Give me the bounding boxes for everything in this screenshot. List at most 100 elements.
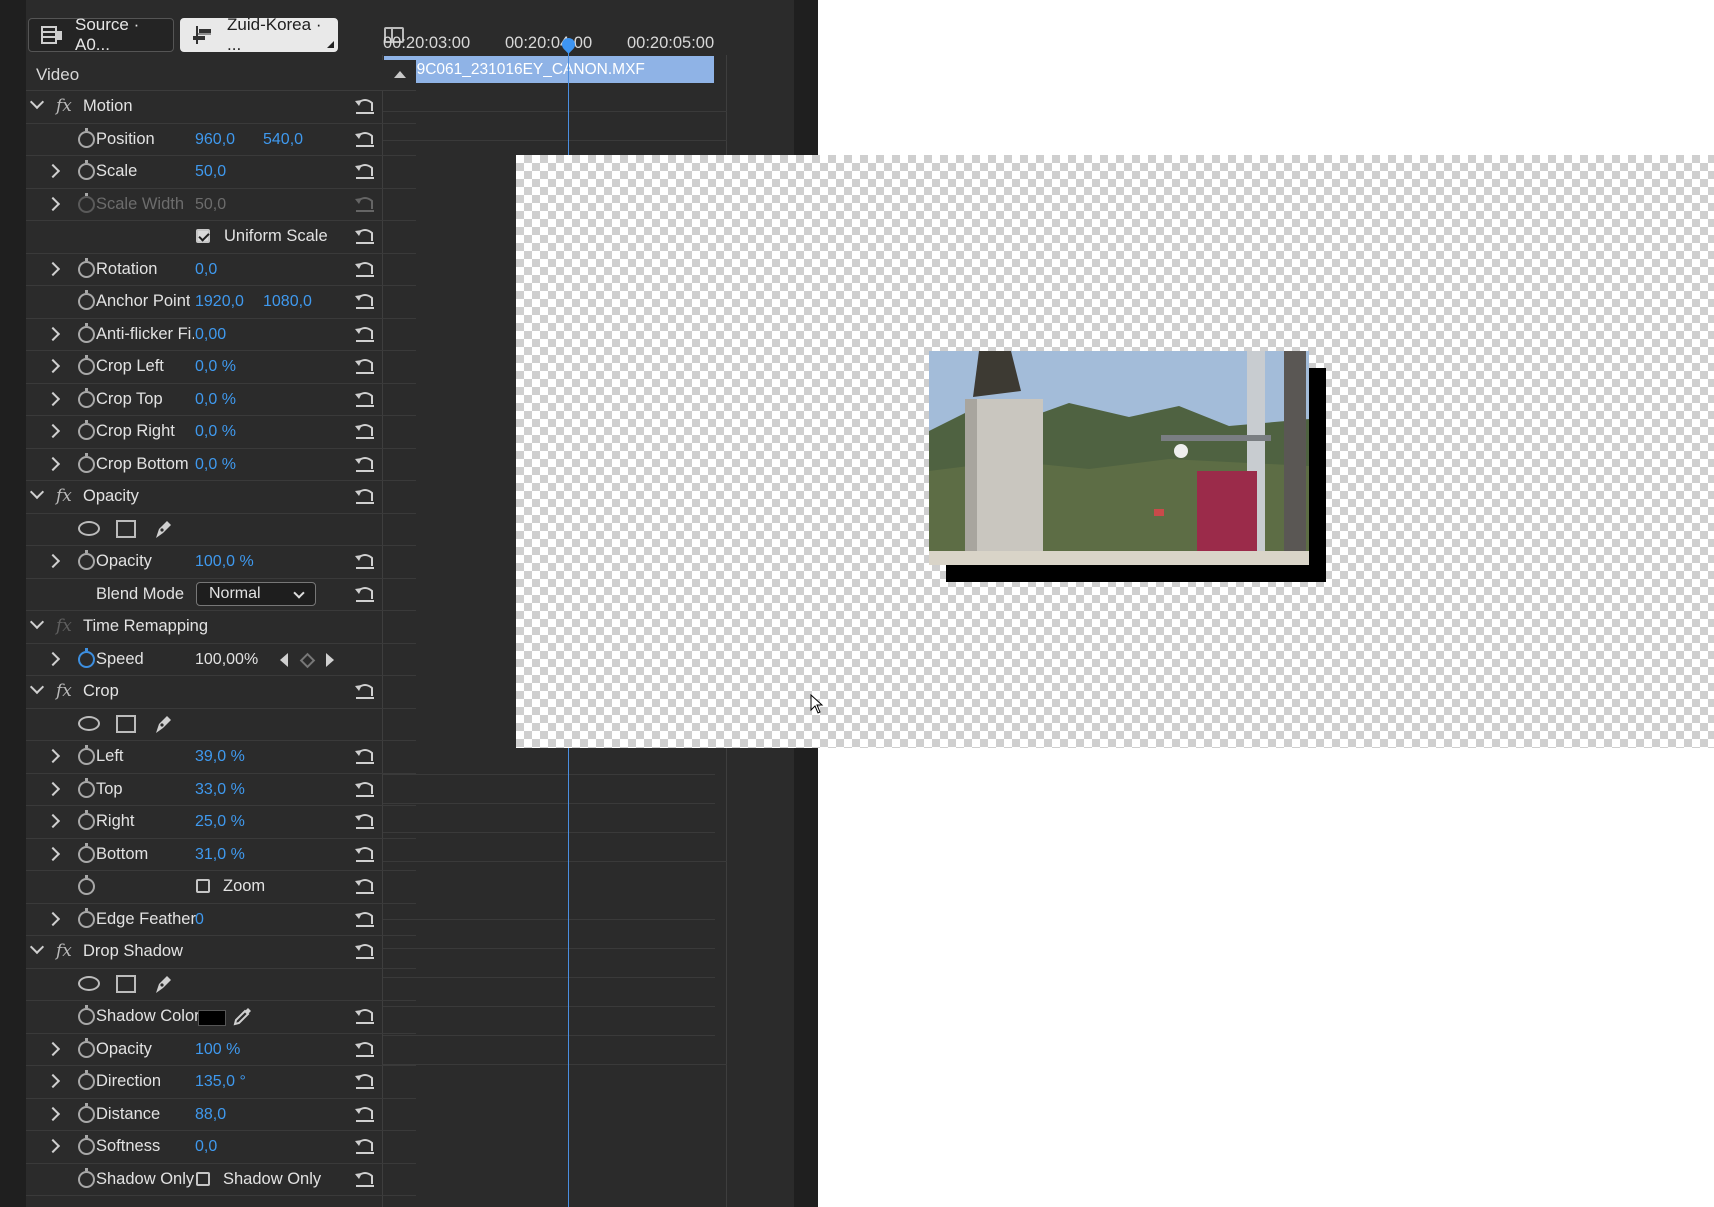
chevron-right-icon[interactable]: [45, 1106, 61, 1121]
crop-top-value[interactable]: 0,0 %: [195, 391, 236, 409]
edge-feather-value[interactable]: 0: [195, 911, 204, 929]
chevron-right-icon[interactable]: [45, 846, 61, 861]
stopwatch-icon[interactable]: [78, 452, 95, 473]
chevron-right-icon[interactable]: [45, 358, 61, 374]
scale-value[interactable]: 50,0: [195, 163, 226, 181]
chevron-down-icon[interactable]: [29, 94, 45, 110]
reset-icon[interactable]: [354, 583, 376, 605]
chevron-down-icon[interactable]: [29, 614, 45, 630]
fx-icon[interactable]: fx: [56, 486, 72, 506]
reset-icon[interactable]: [354, 388, 376, 410]
ellipse-mask-icon[interactable]: [78, 715, 100, 731]
stopwatch-icon[interactable]: [78, 160, 95, 180]
position-x-value[interactable]: 960,0: [195, 131, 235, 149]
fx-drop-shadow-row[interactable]: fx Drop Shadow: [26, 936, 416, 969]
ellipse-mask-icon[interactable]: [78, 975, 100, 991]
fx-opacity-row[interactable]: fx Opacity: [26, 481, 416, 514]
fx-crop-row[interactable]: fx Crop: [26, 676, 416, 709]
stopwatch-icon[interactable]: [78, 907, 95, 928]
direction-value[interactable]: 135,0 °: [195, 1073, 246, 1091]
reset-icon[interactable]: [354, 355, 376, 377]
reset-icon[interactable]: [354, 420, 376, 442]
next-keyframe-icon[interactable]: [326, 652, 334, 667]
stopwatch-icon[interactable]: [78, 420, 95, 440]
chevron-right-icon[interactable]: [45, 553, 61, 569]
chevron-right-icon[interactable]: [45, 748, 61, 764]
timeline-clip[interactable]: A009C061_231016EY_CANON.MXF: [384, 56, 714, 83]
reset-icon[interactable]: [354, 453, 376, 475]
stopwatch-icon[interactable]: [78, 842, 95, 863]
chevron-right-icon[interactable]: [45, 423, 61, 439]
reset-icon[interactable]: [354, 95, 376, 117]
rectangle-mask-icon[interactable]: [116, 974, 136, 993]
reset-icon[interactable]: [354, 843, 376, 865]
reset-icon[interactable]: [354, 745, 376, 767]
pen-mask-icon[interactable]: [152, 518, 174, 540]
previous-keyframe-icon[interactable]: [280, 652, 288, 667]
crop-fx-bottom-value[interactable]: 31,0 %: [195, 846, 245, 864]
chevron-right-icon[interactable]: [45, 781, 61, 796]
stopwatch-icon[interactable]: [78, 1102, 95, 1123]
shadow-opacity-value[interactable]: 100 %: [195, 1041, 240, 1059]
reset-icon[interactable]: [354, 160, 376, 182]
shadow-only-checkbox[interactable]: [196, 1171, 210, 1186]
stopwatch-icon[interactable]: [78, 745, 95, 765]
reset-icon[interactable]: [354, 680, 376, 702]
video-section-header[interactable]: Video: [26, 60, 416, 91]
rectangle-mask-icon[interactable]: [116, 519, 136, 538]
chevron-right-icon[interactable]: [45, 1138, 61, 1154]
tab-menu-corner-icon[interactable]: [327, 41, 334, 48]
chevron-right-icon[interactable]: [45, 326, 61, 341]
chevron-right-icon[interactable]: [45, 261, 61, 276]
chevron-right-icon[interactable]: [45, 163, 61, 179]
cropped-video-frame[interactable]: [929, 351, 1309, 565]
opacity-value[interactable]: 100,0 %: [195, 553, 254, 571]
stopwatch-icon[interactable]: [78, 1037, 95, 1058]
crop-fx-top-value[interactable]: 33,0 %: [195, 781, 245, 799]
stopwatch-icon[interactable]: [78, 1135, 95, 1155]
reset-icon[interactable]: [354, 1168, 376, 1190]
stopwatch-icon[interactable]: [78, 322, 95, 343]
stopwatch-icon[interactable]: [78, 1005, 95, 1025]
reset-icon[interactable]: [354, 290, 376, 312]
stopwatch-icon[interactable]: [78, 387, 95, 408]
shadow-color-swatch[interactable]: [198, 1010, 226, 1026]
crop-right-value[interactable]: 0,0 %: [195, 423, 236, 441]
reset-icon[interactable]: [354, 1135, 376, 1157]
fx-icon[interactable]: fx: [56, 941, 72, 961]
reset-icon[interactable]: [354, 778, 376, 800]
reset-icon[interactable]: [354, 1005, 376, 1027]
chevron-down-icon[interactable]: [29, 484, 45, 500]
stopwatch-icon[interactable]: [78, 777, 95, 798]
ellipse-mask-icon[interactable]: [78, 520, 100, 536]
tab-source[interactable]: Source · A0...: [28, 15, 174, 54]
reset-icon[interactable]: [354, 128, 376, 150]
zoom-checkbox[interactable]: [196, 879, 210, 893]
reset-icon[interactable]: [354, 550, 376, 572]
stopwatch-icon[interactable]: [78, 257, 95, 278]
chevron-right-icon[interactable]: [45, 1073, 61, 1089]
fx-icon[interactable]: fx: [56, 681, 72, 701]
stopwatch-icon[interactable]: [78, 1167, 95, 1188]
chevron-down-icon[interactable]: [29, 939, 45, 955]
fx-motion-row[interactable]: fx Motion: [26, 91, 416, 124]
reset-icon[interactable]: [354, 225, 376, 247]
reset-icon[interactable]: [354, 1038, 376, 1060]
chevron-right-icon[interactable]: [45, 196, 61, 211]
uniform-scale-checkbox[interactable]: [196, 229, 210, 243]
distance-value[interactable]: 88,0: [195, 1106, 226, 1124]
stopwatch-icon[interactable]: [78, 875, 95, 895]
position-y-value[interactable]: 540,0: [263, 131, 303, 149]
crop-fx-right-value[interactable]: 25,0 %: [195, 813, 245, 831]
chevron-right-icon[interactable]: [45, 1041, 61, 1056]
pen-mask-icon[interactable]: [152, 713, 174, 735]
fx-time-remapping-row[interactable]: fx Time Remapping: [26, 611, 416, 644]
stopwatch-icon[interactable]: [78, 647, 95, 668]
collapse-up-icon[interactable]: [394, 71, 406, 78]
pen-mask-icon[interactable]: [152, 973, 174, 995]
chevron-right-icon[interactable]: [45, 651, 61, 666]
reset-icon[interactable]: [354, 258, 376, 280]
reset-icon[interactable]: [354, 908, 376, 930]
stopwatch-icon[interactable]: [78, 810, 95, 830]
crop-left-value[interactable]: 0,0 %: [195, 358, 236, 376]
